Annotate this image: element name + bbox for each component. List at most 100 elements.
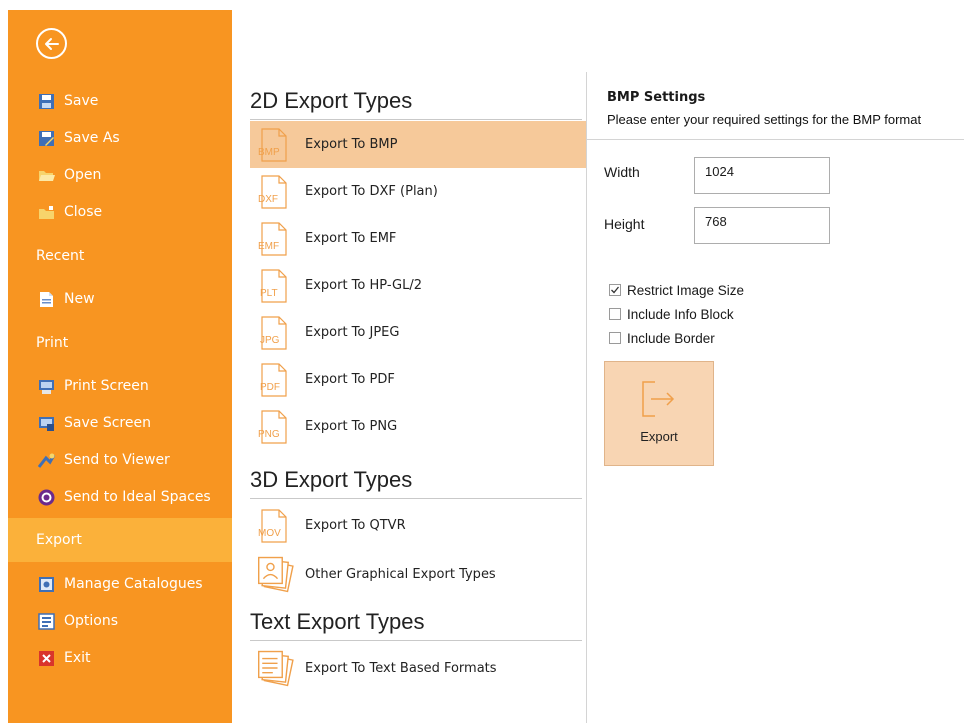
exit-icon (39, 650, 54, 666)
export-other-graphical[interactable]: Other Graphical Export Types (250, 551, 586, 598)
dxf-file-icon: DXF (258, 175, 287, 209)
export-to-emf[interactable]: EMF Export To EMF (250, 215, 586, 262)
sidebar-item-new[interactable]: New (8, 281, 232, 317)
export-button[interactable]: Export (604, 361, 714, 466)
sidebar-item-label: Save As (64, 130, 120, 146)
sidebar-item-label: Options (64, 613, 119, 629)
bmp-file-icon: BMP (258, 128, 287, 162)
sidebar-item-save[interactable]: Save (8, 83, 232, 119)
section-title-3d: 3D Export Types (250, 467, 413, 492)
restrict-image-size-checkbox[interactable]: Restrict Image Size (609, 280, 744, 300)
close-folder-icon (39, 205, 54, 219)
export-label: Export To BMP (305, 137, 398, 152)
sidebar-item-open[interactable]: Open (8, 157, 232, 193)
export-label: Export To QTVR (305, 518, 406, 533)
send-to-viewer-icon (38, 453, 55, 468)
sidebar-item-print-screen[interactable]: Print Screen (8, 368, 232, 404)
export-to-qtvr[interactable]: MOV Export To QTVR (250, 502, 586, 549)
export-label: Export To PDF (305, 372, 395, 387)
divider (250, 498, 582, 499)
emf-file-icon: EMF (258, 222, 287, 256)
backstage-sidebar: Save Save As Open Close Recent New Print (8, 10, 232, 723)
sidebar-item-manage-catalogues[interactable]: Manage Catalogues (8, 566, 232, 602)
export-to-jpeg[interactable]: JPG Export To JPEG (250, 309, 586, 356)
catalogue-icon (39, 576, 54, 592)
sidebar-item-label: Exit (64, 650, 91, 666)
include-border-checkbox[interactable]: Include Border (609, 328, 715, 348)
sidebar-item-label: Send to Viewer (64, 452, 170, 468)
height-input[interactable]: 768 (694, 207, 830, 244)
sidebar-header-print[interactable]: Print (8, 321, 232, 365)
back-arrow-icon (44, 37, 59, 50)
sidebar-item-label: New (64, 291, 95, 307)
sidebar-item-label: Close (64, 204, 103, 220)
export-types-panel: 2D Export Types BMP Export To BMP DXF Ex… (232, 70, 586, 723)
checkmark-icon (611, 286, 620, 294)
checkbox-box[interactable] (609, 332, 621, 344)
svg-text:BMP: BMP (258, 147, 280, 158)
sidebar-item-close[interactable]: Close (8, 194, 232, 230)
divider (587, 139, 964, 140)
checkbox-box[interactable] (609, 308, 621, 320)
sidebar-item-options[interactable]: Options (8, 603, 232, 639)
width-label: Width (604, 164, 640, 180)
sidebar-header-recent[interactable]: Recent (8, 234, 232, 278)
new-document-icon (40, 291, 53, 307)
sidebar-item-label: Save Screen (64, 415, 151, 431)
svg-text:PNG: PNG (258, 429, 280, 440)
svg-text:PLT: PLT (260, 288, 278, 299)
include-info-block-checkbox[interactable]: Include Info Block (609, 304, 734, 324)
export-to-bmp[interactable]: BMP Export To BMP (250, 121, 586, 168)
open-folder-icon (39, 170, 55, 181)
sidebar-item-save-screen[interactable]: Save Screen (8, 405, 232, 441)
export-to-text-formats[interactable]: Export To Text Based Formats (250, 645, 586, 692)
export-label: Export To DXF (Plan) (305, 184, 438, 199)
sidebar-item-send-to-ideal-spaces[interactable]: Send to Ideal Spaces (8, 479, 232, 515)
png-file-icon: PNG (258, 410, 287, 444)
settings-title: BMP Settings (607, 90, 706, 105)
sidebar-item-label: Manage Catalogues (64, 576, 203, 592)
height-label: Height (604, 216, 645, 232)
checkbox-label: Include Border (627, 330, 715, 346)
plt-file-icon: PLT (260, 269, 287, 303)
back-button[interactable] (36, 28, 67, 59)
export-label: Export To EMF (305, 231, 397, 246)
width-input[interactable]: 1024 (694, 157, 830, 194)
checkbox-box[interactable] (609, 284, 621, 296)
divider (250, 640, 582, 641)
sidebar-item-save-as[interactable]: Save As (8, 120, 232, 156)
options-icon (38, 612, 55, 630)
settings-description: Please enter your required settings for … (607, 112, 922, 127)
ideal-spaces-icon (38, 489, 55, 505)
export-label: Export To HP-GL/2 (305, 278, 422, 293)
sidebar-item-send-to-viewer[interactable]: Send to Viewer (8, 442, 232, 478)
sidebar-item-label: Print Screen (64, 378, 149, 394)
export-to-dxf[interactable]: DXF Export To DXF (Plan) (250, 168, 586, 215)
sidebar-header-export[interactable]: Export (8, 518, 232, 562)
export-to-pdf[interactable]: PDF Export To PDF (250, 356, 586, 403)
export-to-png[interactable]: PNG Export To PNG (250, 403, 586, 450)
sidebar-item-label: Send to Ideal Spaces (64, 489, 211, 505)
checkbox-label: Restrict Image Size (627, 282, 745, 298)
svg-text:MOV: MOV (258, 528, 281, 539)
sidebar-item-label: Open (64, 167, 102, 183)
section-title-text: Text Export Types (250, 609, 425, 634)
sidebar-item-exit[interactable]: Exit (8, 640, 232, 676)
checkbox-label: Include Info Block (627, 306, 734, 322)
svg-text:EMF: EMF (258, 241, 279, 252)
export-label: Export To Text Based Formats (305, 661, 497, 676)
export-label: Other Graphical Export Types (305, 567, 496, 582)
save-screen-icon (39, 416, 54, 431)
svg-text:JPG: JPG (260, 335, 280, 346)
bmp-settings-panel: BMP Settings Please enter your required … (587, 70, 964, 723)
pdf-file-icon: PDF (260, 363, 287, 397)
export-to-hpgl2[interactable]: PLT Export To HP-GL/2 (250, 262, 586, 309)
section-title-2d: 2D Export Types (250, 88, 413, 113)
divider (250, 119, 582, 120)
export-button-label: Export (640, 429, 678, 444)
export-arrow-icon (642, 381, 675, 417)
image-stack-icon (258, 556, 294, 593)
text-document-stack-icon (258, 650, 294, 687)
export-label: Export To JPEG (305, 325, 400, 340)
sidebar-item-label: Save (64, 93, 99, 109)
